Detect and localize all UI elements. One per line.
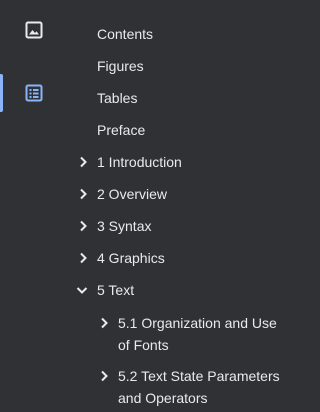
chevron-right-icon[interactable] — [96, 315, 112, 331]
outline-item-label: 2 Overview — [97, 186, 168, 202]
list-icon — [25, 84, 43, 102]
outline-item-label: 1 Introduction — [97, 154, 182, 170]
outline-item-label: 5 Text — [97, 282, 135, 298]
outline-item-label: 4 Graphics — [97, 250, 165, 266]
outline-item-label: Contents — [97, 26, 154, 42]
outline-button[interactable] — [14, 73, 54, 113]
outline-item-label: 5.1 Organization and Use of Fonts — [118, 315, 277, 353]
active-indicator — [0, 74, 3, 112]
chevron-right-icon[interactable] — [96, 368, 112, 384]
outline-item[interactable]: Contents — [68, 24, 300, 44]
chevron-right-icon[interactable] — [75, 154, 91, 170]
outline-item[interactable]: 2 Overview — [68, 184, 300, 204]
pdf-viewer-sidebar: Contents Figures Tables Preface 1 Introd… — [0, 0, 300, 412]
chevron-right-icon[interactable] — [75, 250, 91, 266]
image-icon — [25, 21, 43, 39]
outline-item-label: 5.2 Text State Parameters and Operators — [118, 368, 280, 406]
outline-item-label: Figures — [97, 58, 144, 74]
thumbnails-button[interactable] — [14, 10, 54, 50]
chevron-right-icon[interactable] — [75, 186, 91, 202]
outline-item[interactable]: 5.2 Text State Parameters and Operators — [68, 365, 300, 409]
outline-item[interactable]: 3 Syntax — [68, 216, 300, 236]
outline-item[interactable]: 4 Graphics — [68, 248, 300, 268]
outline-item[interactable]: 1 Introduction — [68, 152, 300, 172]
outline-item[interactable]: 5.1 Organization and Use of Fonts — [68, 312, 300, 356]
outline-item[interactable]: Tables — [68, 88, 300, 108]
sidebar-rail — [0, 0, 68, 412]
outline-item-label: 3 Syntax — [97, 218, 152, 234]
document-outline: Contents Figures Tables Preface 1 Introd… — [68, 0, 300, 412]
outline-item-label: Tables — [97, 90, 138, 106]
outline-item-label: Preface — [97, 122, 146, 138]
outline-item[interactable]: Figures — [68, 56, 300, 76]
chevron-down-icon[interactable] — [74, 282, 90, 298]
chevron-right-icon[interactable] — [75, 218, 91, 234]
outline-item[interactable]: Preface — [68, 120, 300, 140]
outline-item[interactable]: 5 Text — [68, 280, 300, 300]
